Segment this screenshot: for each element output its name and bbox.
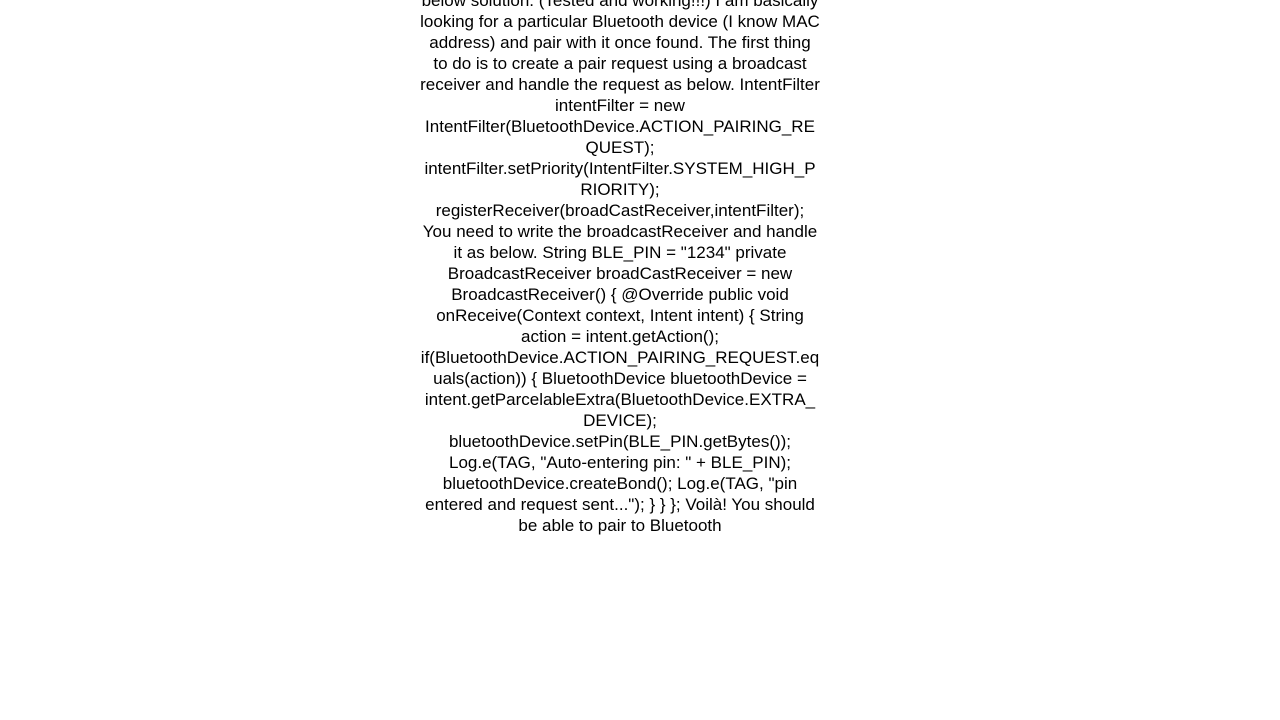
answer-body-text: below solution. (Tested and working!!!) … bbox=[420, 0, 820, 536]
page: below solution. (Tested and working!!!) … bbox=[0, 0, 1280, 720]
